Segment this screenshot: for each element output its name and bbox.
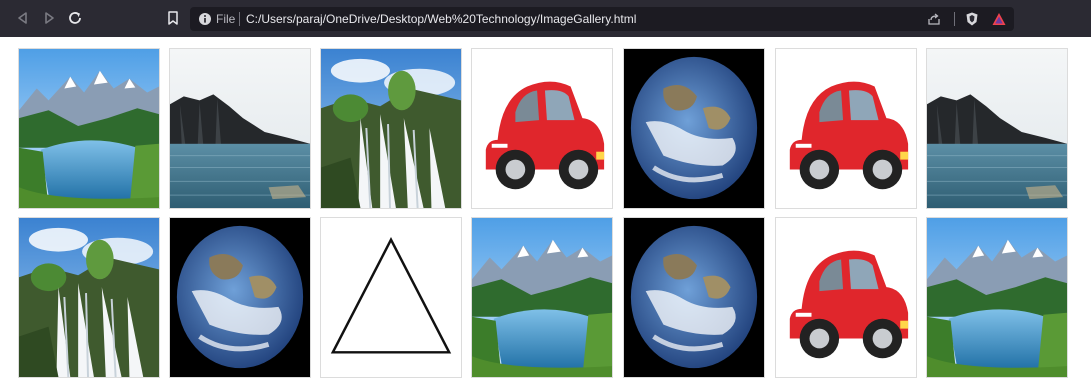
gallery-image-cliff[interactable] bbox=[926, 48, 1068, 209]
gallery-image-car[interactable] bbox=[775, 48, 917, 209]
image-gallery bbox=[0, 37, 1091, 378]
url-text[interactable]: C:/Users/paraj/OneDrive/Desktop/Web%20Te… bbox=[246, 12, 636, 26]
share-icon[interactable] bbox=[926, 11, 942, 27]
url-separator bbox=[239, 12, 240, 26]
file-label: File bbox=[216, 12, 236, 26]
info-icon[interactable] bbox=[198, 12, 212, 26]
gallery-image-earth[interactable] bbox=[623, 48, 765, 209]
brave-rewards-icon[interactable] bbox=[991, 11, 1007, 27]
gallery-image-lake[interactable] bbox=[926, 217, 1068, 378]
gallery-image-waterfall[interactable] bbox=[18, 217, 160, 378]
back-icon[interactable] bbox=[14, 9, 32, 27]
gallery-image-earth[interactable] bbox=[623, 217, 765, 378]
brave-shield-icon[interactable] bbox=[964, 11, 980, 27]
gallery-image-car[interactable] bbox=[471, 48, 613, 209]
toolbar-separator bbox=[954, 12, 955, 26]
reload-icon[interactable] bbox=[66, 9, 84, 27]
gallery-image-cliff[interactable] bbox=[169, 48, 311, 209]
gallery-image-earth[interactable] bbox=[169, 217, 311, 378]
gallery-image-triangle[interactable] bbox=[320, 217, 462, 378]
gallery-image-car[interactable] bbox=[775, 217, 917, 378]
gallery-image-lake[interactable] bbox=[18, 48, 160, 209]
bookmark-icon[interactable] bbox=[164, 9, 182, 27]
address-bar[interactable]: File C:/Users/paraj/OneDrive/Desktop/Web… bbox=[190, 7, 1014, 31]
forward-icon[interactable] bbox=[40, 9, 58, 27]
gallery-image-lake[interactable] bbox=[471, 217, 613, 378]
browser-toolbar: File C:/Users/paraj/OneDrive/Desktop/Web… bbox=[0, 0, 1091, 37]
gallery-image-waterfall[interactable] bbox=[320, 48, 462, 209]
